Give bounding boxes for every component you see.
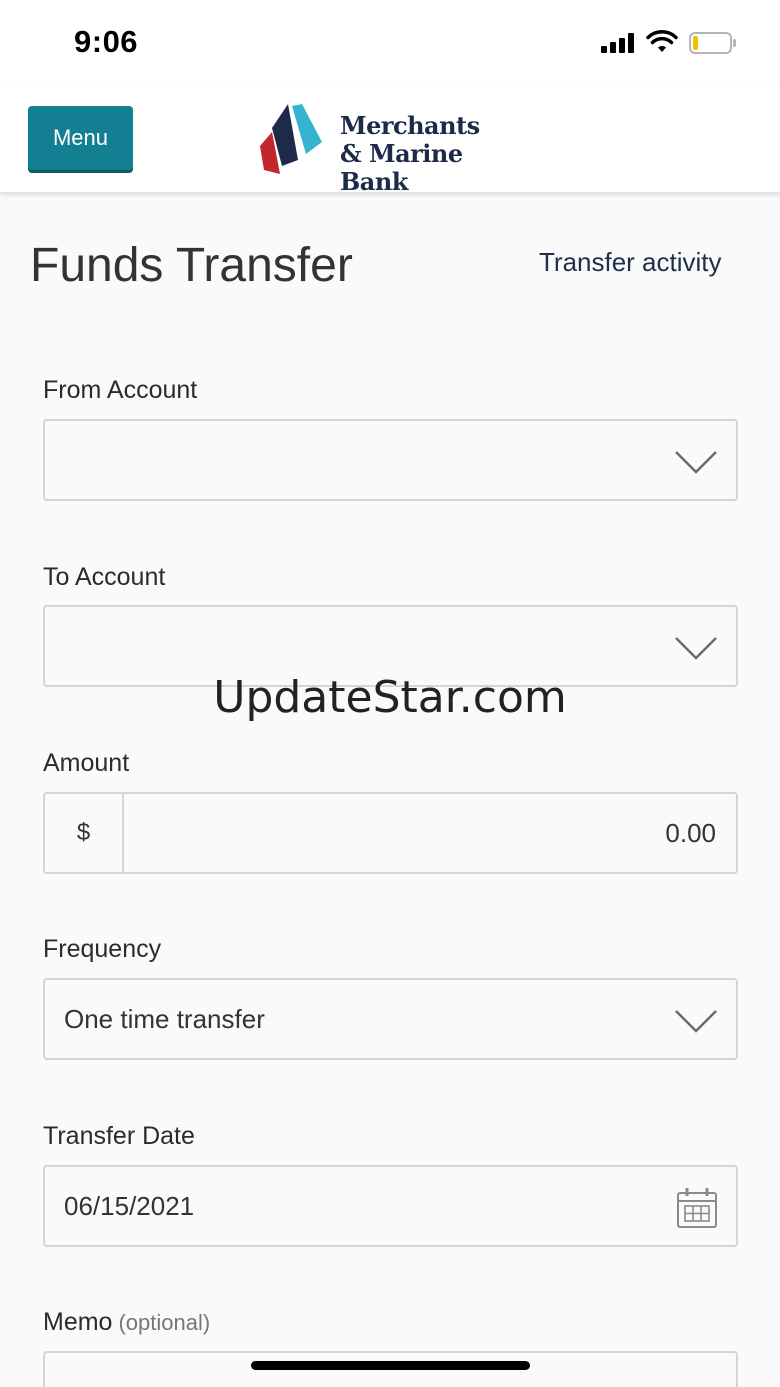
transfer-date-input[interactable]	[45, 1167, 665, 1245]
amount-field[interactable]: $	[43, 792, 738, 874]
chevron-down-icon	[675, 1010, 717, 1033]
from-account-label: From Account	[43, 376, 198, 404]
frequency-select[interactable]: One time transfer	[43, 978, 738, 1060]
transfer-activity-link[interactable]: Transfer activity	[539, 247, 722, 278]
memo-label-text: Memo	[43, 1308, 113, 1336]
cellular-signal-icon	[601, 33, 635, 53]
frequency-label: Frequency	[43, 935, 162, 963]
status-time: 9:06	[74, 24, 139, 59]
transfer-date-field[interactable]	[43, 1165, 738, 1247]
to-account-label: To Account	[43, 563, 166, 591]
calendar-icon[interactable]	[676, 1187, 718, 1229]
chevron-down-icon	[675, 637, 717, 660]
transfer-date-label: Transfer Date	[43, 1122, 195, 1150]
wifi-icon	[646, 30, 678, 52]
memo-optional-hint: (optional)	[118, 1310, 211, 1335]
status-bar: 9:06	[0, 0, 780, 88]
from-account-select[interactable]	[43, 419, 738, 501]
menu-button[interactable]: Menu	[28, 106, 133, 170]
bank-name: Merchants & Marine Bank	[340, 112, 538, 196]
bank-name-line1: Merchants	[340, 111, 480, 140]
bank-name-line2: & Marine Bank	[340, 139, 463, 196]
memo-label: Memo (optional)	[43, 1308, 210, 1337]
app-header: Menu Merchants & Marine Bank	[0, 88, 780, 196]
amount-label: Amount	[43, 749, 130, 777]
amount-input[interactable]	[125, 794, 736, 872]
currency-prefix: $	[45, 794, 124, 872]
home-indicator[interactable]	[251, 1361, 530, 1370]
frequency-value: One time transfer	[64, 1004, 265, 1034]
watermark-text: UpdateStar.com	[213, 672, 567, 723]
chevron-down-icon	[675, 451, 717, 474]
battery-low-icon	[689, 32, 736, 54]
bank-logo[interactable]: Merchants & Marine Bank	[258, 102, 538, 196]
sailboat-logo-icon	[260, 104, 322, 174]
page-title: Funds Transfer	[30, 239, 353, 292]
